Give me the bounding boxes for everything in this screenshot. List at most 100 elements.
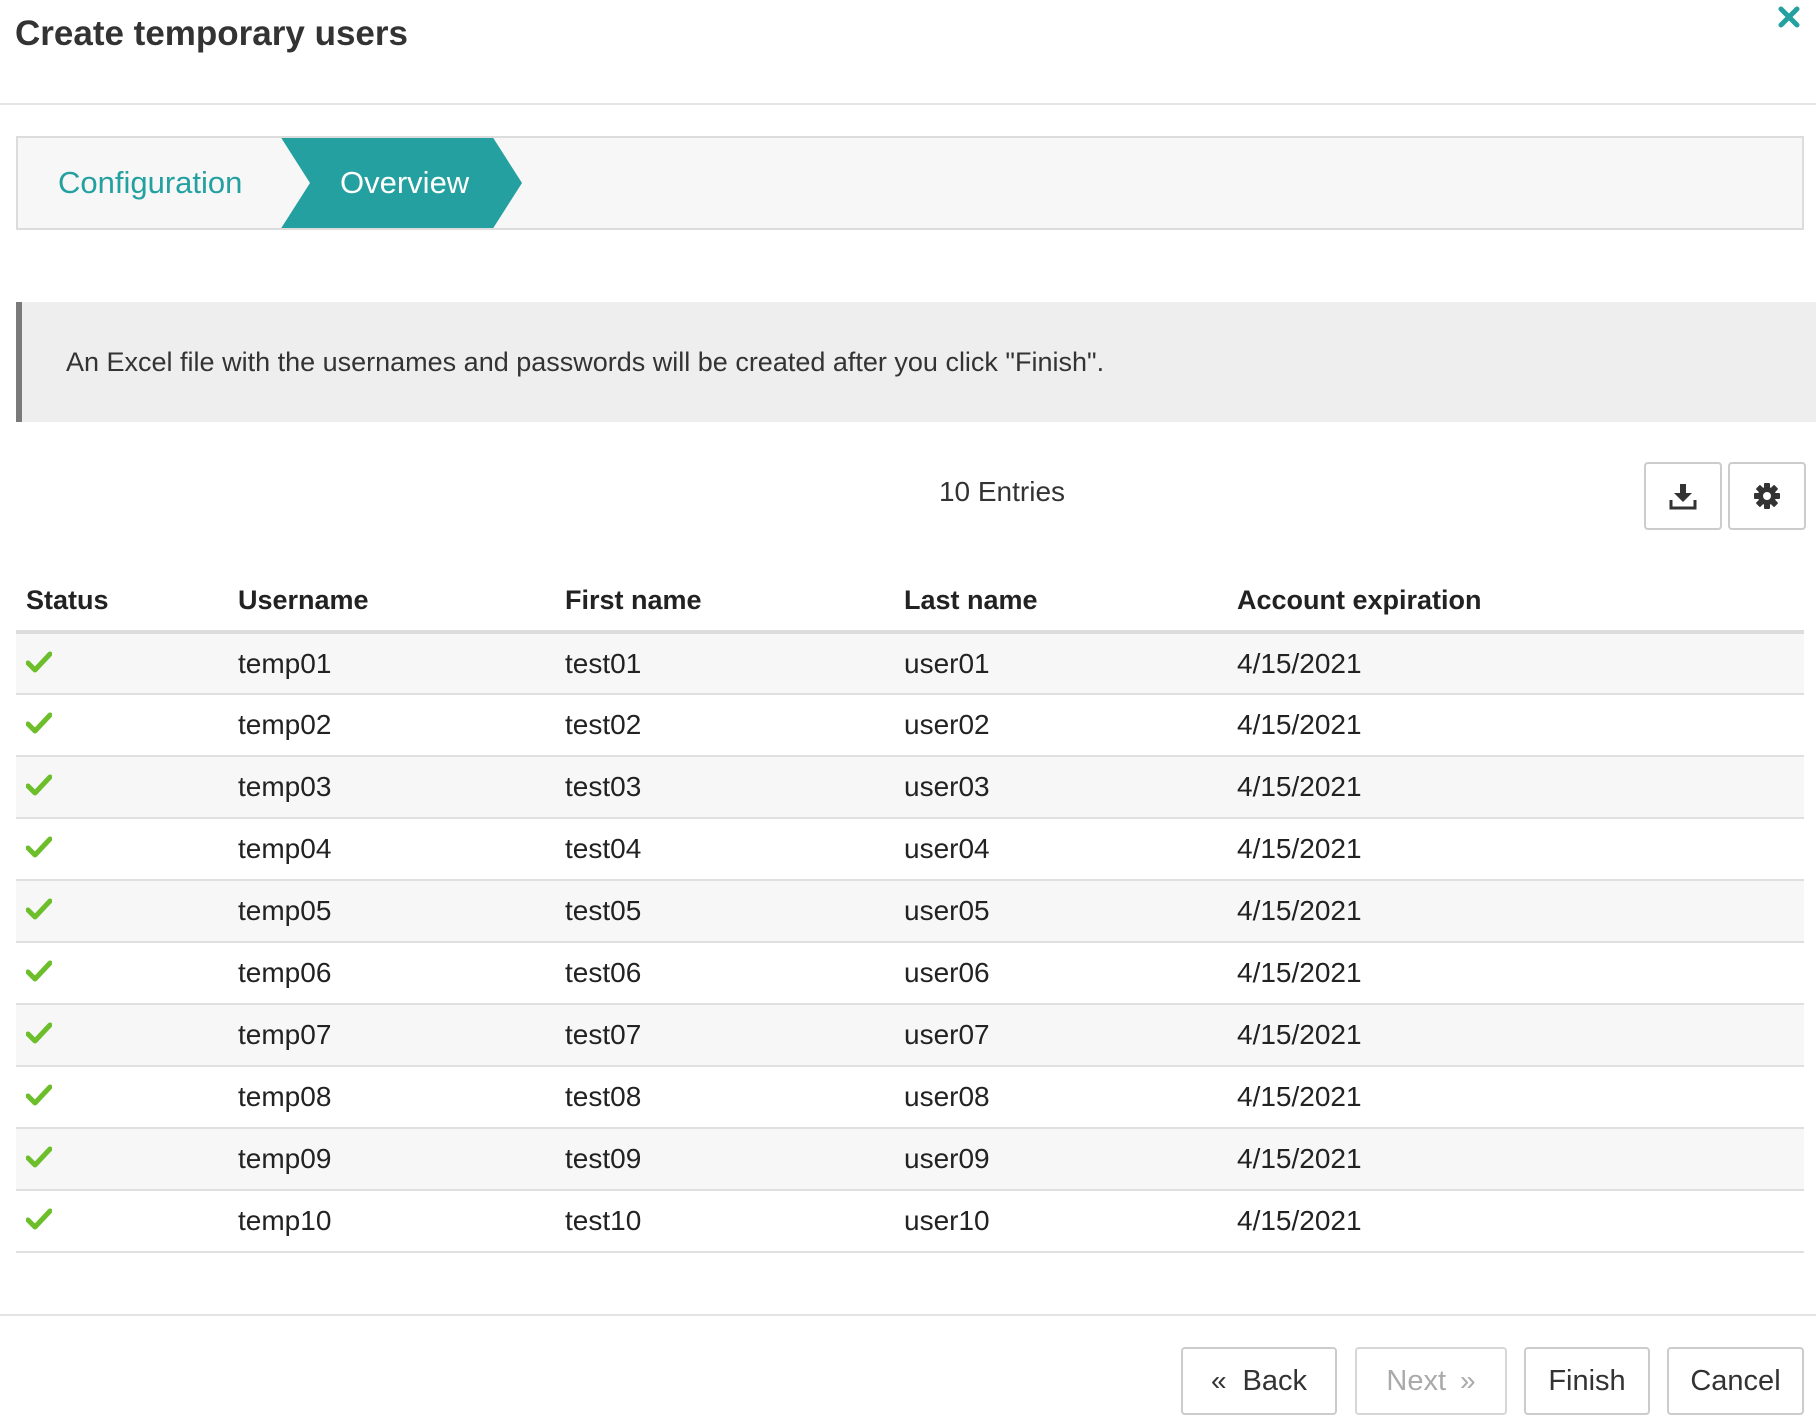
temporary-users-table: Status Username First name Last name Acc… xyxy=(16,570,1804,1253)
table-row[interactable]: temp02test02user024/15/2021 xyxy=(16,694,1804,756)
expiration-cell: 4/15/2021 xyxy=(1237,1004,1804,1066)
username-cell: temp09 xyxy=(238,1128,565,1190)
last-name-cell: user06 xyxy=(904,942,1237,1004)
username-cell: temp01 xyxy=(238,632,565,694)
back-button-label: Back xyxy=(1243,1365,1307,1398)
check-icon xyxy=(26,836,52,858)
entries-count: 10 Entries xyxy=(0,476,1816,508)
check-icon xyxy=(26,898,52,920)
column-header-first-name[interactable]: First name xyxy=(565,570,904,632)
status-cell xyxy=(16,818,238,880)
double-chevron-left-icon: « xyxy=(1211,1365,1227,1397)
status-cell xyxy=(16,1190,238,1252)
expiration-cell: 4/15/2021 xyxy=(1237,942,1804,1004)
column-header-status[interactable]: Status xyxy=(16,570,238,632)
username-cell: temp04 xyxy=(238,818,565,880)
table-row[interactable]: temp07test07user074/15/2021 xyxy=(16,1004,1804,1066)
download-icon xyxy=(1668,481,1698,511)
column-header-account-expiration[interactable]: Account expiration xyxy=(1237,570,1804,632)
check-icon xyxy=(26,1208,52,1230)
first-name-cell: test07 xyxy=(565,1004,904,1066)
create-temporary-users-dialog: Create temporary users Configuration Ove… xyxy=(0,0,1816,1424)
first-name-cell: test05 xyxy=(565,880,904,942)
last-name-cell: user03 xyxy=(904,756,1237,818)
footer-divider xyxy=(0,1314,1816,1316)
expiration-cell: 4/15/2021 xyxy=(1237,632,1804,694)
status-cell xyxy=(16,632,238,694)
username-cell: temp03 xyxy=(238,756,565,818)
dialog-header: Create temporary users xyxy=(0,0,1816,105)
first-name-cell: test04 xyxy=(565,818,904,880)
table-row[interactable]: temp03test03user034/15/2021 xyxy=(16,756,1804,818)
table-settings-button[interactable] xyxy=(1728,462,1806,530)
username-cell: temp08 xyxy=(238,1066,565,1128)
check-icon xyxy=(26,712,52,734)
last-name-cell: user02 xyxy=(904,694,1237,756)
cancel-button[interactable]: Cancel xyxy=(1667,1347,1804,1415)
expiration-cell: 4/15/2021 xyxy=(1237,694,1804,756)
first-name-cell: test02 xyxy=(565,694,904,756)
last-name-cell: user01 xyxy=(904,632,1237,694)
username-cell: temp06 xyxy=(238,942,565,1004)
table-row[interactable]: temp06test06user064/15/2021 xyxy=(16,942,1804,1004)
username-cell: temp05 xyxy=(238,880,565,942)
expiration-cell: 4/15/2021 xyxy=(1237,756,1804,818)
first-name-cell: test10 xyxy=(565,1190,904,1252)
gear-icon xyxy=(1752,481,1782,511)
back-button[interactable]: « Back xyxy=(1181,1347,1337,1415)
check-icon xyxy=(26,1146,52,1168)
check-icon xyxy=(26,1022,52,1044)
check-icon xyxy=(26,960,52,982)
column-header-last-name[interactable]: Last name xyxy=(904,570,1237,632)
status-cell xyxy=(16,756,238,818)
table-row[interactable]: temp05test05user054/15/2021 xyxy=(16,880,1804,942)
last-name-cell: user08 xyxy=(904,1066,1237,1128)
column-header-username[interactable]: Username xyxy=(238,570,565,632)
first-name-cell: test09 xyxy=(565,1128,904,1190)
expiration-cell: 4/15/2021 xyxy=(1237,1066,1804,1128)
finish-button[interactable]: Finish xyxy=(1524,1347,1650,1415)
dialog-title: Create temporary users xyxy=(15,14,408,54)
expiration-cell: 4/15/2021 xyxy=(1237,1128,1804,1190)
close-icon[interactable] xyxy=(1774,2,1804,32)
username-cell: temp02 xyxy=(238,694,565,756)
table-body: temp01test01user014/15/2021temp02test02u… xyxy=(16,632,1804,1252)
last-name-cell: user10 xyxy=(904,1190,1237,1252)
download-button[interactable] xyxy=(1644,462,1722,530)
status-cell xyxy=(16,942,238,1004)
expiration-cell: 4/15/2021 xyxy=(1237,818,1804,880)
cancel-button-label: Cancel xyxy=(1690,1365,1780,1398)
status-cell xyxy=(16,694,238,756)
info-message-box: An Excel file with the usernames and pas… xyxy=(16,302,1816,422)
next-button[interactable]: Next » xyxy=(1355,1347,1507,1415)
last-name-cell: user05 xyxy=(904,880,1237,942)
double-chevron-right-icon: » xyxy=(1460,1365,1476,1397)
status-cell xyxy=(16,1004,238,1066)
table-row[interactable]: temp10test10user104/15/2021 xyxy=(16,1190,1804,1252)
step-configuration[interactable]: Configuration xyxy=(58,138,242,228)
check-icon xyxy=(26,774,52,796)
last-name-cell: user07 xyxy=(904,1004,1237,1066)
last-name-cell: user04 xyxy=(904,818,1237,880)
table-row[interactable]: temp01test01user014/15/2021 xyxy=(16,632,1804,694)
first-name-cell: test06 xyxy=(565,942,904,1004)
table-row[interactable]: temp08test08user084/15/2021 xyxy=(16,1066,1804,1128)
last-name-cell: user09 xyxy=(904,1128,1237,1190)
status-cell xyxy=(16,880,238,942)
next-button-label: Next xyxy=(1386,1365,1446,1398)
info-message-text: An Excel file with the usernames and pas… xyxy=(66,302,1104,422)
first-name-cell: test01 xyxy=(565,632,904,694)
expiration-cell: 4/15/2021 xyxy=(1237,880,1804,942)
first-name-cell: test03 xyxy=(565,756,904,818)
username-cell: temp07 xyxy=(238,1004,565,1066)
check-icon xyxy=(26,1084,52,1106)
status-cell xyxy=(16,1128,238,1190)
step-overview[interactable]: Overview xyxy=(340,138,469,228)
username-cell: temp10 xyxy=(238,1190,565,1252)
check-icon xyxy=(26,651,52,673)
finish-button-label: Finish xyxy=(1548,1365,1625,1398)
table-row[interactable]: temp09test09user094/15/2021 xyxy=(16,1128,1804,1190)
first-name-cell: test08 xyxy=(565,1066,904,1128)
wizard-steps: Configuration Overview xyxy=(16,136,1804,230)
table-row[interactable]: temp04test04user044/15/2021 xyxy=(16,818,1804,880)
